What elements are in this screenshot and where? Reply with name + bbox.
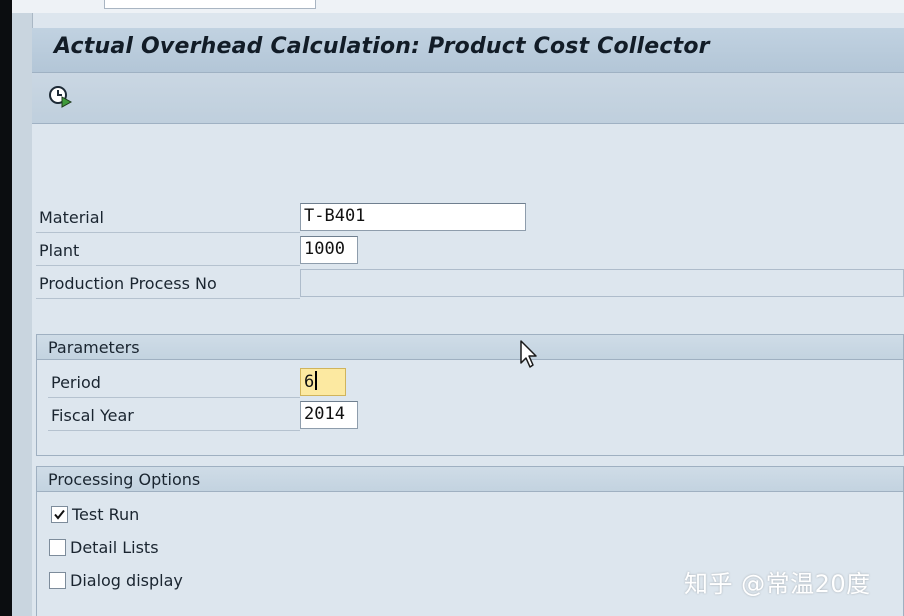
dialog-display-checkbox-row[interactable]: Dialog display (49, 571, 183, 590)
row-separator (36, 232, 300, 233)
test-run-checkbox[interactable] (51, 506, 68, 523)
row-separator (48, 430, 300, 431)
test-run-label: Test Run (72, 505, 140, 524)
plant-label: Plant (39, 241, 80, 260)
parameters-title: Parameters (48, 338, 140, 357)
dialog-display-checkbox[interactable] (49, 572, 66, 589)
dialog-display-label: Dialog display (70, 571, 183, 590)
detail-lists-label: Detail Lists (70, 538, 159, 557)
parameters-group-header: Parameters (37, 335, 903, 360)
fiscal-year-label: Fiscal Year (51, 406, 134, 425)
test-run-checkbox-row[interactable]: Test Run (51, 505, 139, 524)
system-toolbar (12, 0, 904, 13)
mouse-pointer-icon (520, 340, 537, 368)
production-process-label: Production Process No (39, 274, 217, 293)
row-separator (36, 298, 300, 299)
processing-options-title: Processing Options (48, 470, 201, 489)
frame-divider (12, 13, 33, 616)
command-field[interactable] (104, 0, 316, 9)
detail-lists-checkbox-row[interactable]: Detail Lists (49, 538, 159, 557)
material-input[interactable]: T-B401 (300, 203, 526, 231)
page-title: Actual Overhead Calculation: Product Cos… (54, 34, 710, 59)
fiscal-year-input[interactable]: 2014 (300, 401, 358, 429)
window-left-edge (0, 0, 12, 616)
period-value: 6 (304, 372, 315, 392)
plant-input[interactable]: 1000 (300, 236, 358, 264)
watermark-text: 知乎 @常温20度 (684, 570, 871, 598)
production-process-input[interactable] (300, 269, 904, 297)
processing-options-group-header: Processing Options (37, 467, 903, 492)
text-caret (315, 371, 318, 390)
period-label: Period (51, 373, 101, 392)
parameters-group: Parameters (36, 334, 904, 456)
row-separator (48, 397, 300, 398)
detail-lists-checkbox[interactable] (49, 539, 66, 556)
material-label: Material (39, 208, 104, 227)
execute-button[interactable] (47, 84, 75, 108)
application-toolbar (32, 73, 904, 124)
row-separator (36, 265, 300, 266)
checkmark-icon (54, 509, 65, 520)
title-bar: Actual Overhead Calculation: Product Cos… (32, 28, 904, 73)
execute-clock-icon (49, 86, 73, 108)
period-input[interactable]: 6 (300, 368, 346, 396)
